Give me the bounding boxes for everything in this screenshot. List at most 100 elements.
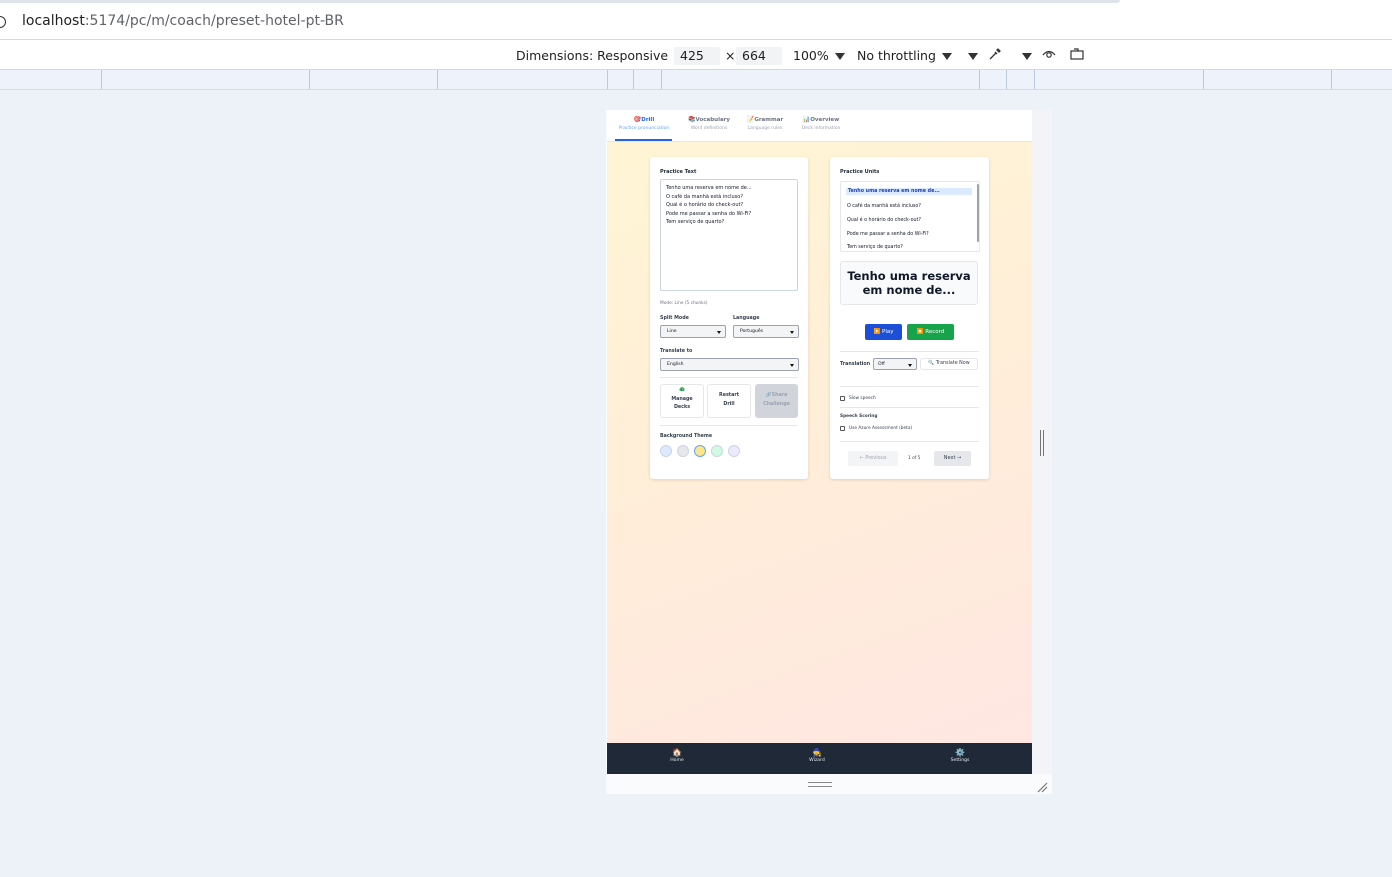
divider (840, 386, 979, 387)
nav-wizard-label: Wizard (809, 758, 825, 763)
width-input[interactable]: 425 (674, 47, 720, 65)
speech-scoring-label: Speech Scoring (840, 414, 878, 419)
wizard-icon: 🧙 (812, 748, 822, 757)
list-item[interactable]: O café da manhã está incluso? (847, 204, 921, 209)
language-label: Language (733, 316, 760, 321)
nav-home-label: Home (670, 758, 684, 763)
divider (660, 377, 798, 378)
resize-handle-bottom[interactable] (808, 782, 832, 787)
dimension-separator: × (725, 48, 736, 63)
theme-swatch-green[interactable] (711, 445, 723, 457)
resize-handle-corner-icon[interactable] (1036, 778, 1048, 793)
height-input[interactable]: 664 (736, 47, 782, 65)
chevron-down-icon (834, 53, 845, 60)
practice-text-title: Practice Text (660, 169, 697, 175)
theme-swatch-gray[interactable] (677, 445, 689, 457)
share-challenge-button[interactable]: 🔗Share Challenge (755, 384, 798, 418)
site-info-icon[interactable] (0, 16, 6, 28)
tab-drill-subtitle: Practice pronunciation (618, 126, 670, 131)
url-path: :5174/pc/m/coach/preset-hotel-pt-BR (84, 13, 344, 29)
mode-info: Mode: Line (5 chunks) (660, 301, 708, 306)
gear-icon: ⚙️ (955, 748, 965, 757)
tab-strip (0, 0, 1120, 3)
device-toolbar: Dimensions: Responsive 425 × 664 100% No… (0, 40, 1392, 70)
restart-drill-label-2: Drill (723, 401, 735, 407)
restart-drill-button[interactable]: Restart Drill (707, 384, 751, 418)
list-item[interactable]: Tem serviço de quarto? (847, 245, 903, 250)
address-field[interactable]: localhost:5174/pc/m/coach/preset-hotel-p… (22, 13, 344, 29)
browser-url-bar: localhost:5174/pc/m/coach/preset-hotel-p… (0, 0, 1392, 40)
eye-icon[interactable] (1040, 46, 1058, 64)
theme-swatch-amber[interactable] (694, 445, 706, 457)
tab-vocabulary-subtitle: Word definitions (690, 126, 728, 131)
active-tab-indicator (615, 139, 672, 141)
vision-dropdown[interactable] (1016, 48, 1032, 63)
slow-speech-label: Slow speech (849, 396, 876, 401)
share-challenge-label-2: Challenge (763, 401, 790, 407)
split-mode-label: Split Mode (660, 316, 689, 321)
bottom-navigation: 🏠 Home 🧙 Wizard ⚙️ Settings (607, 743, 1032, 774)
chevron-down-icon (941, 53, 952, 60)
nav-home[interactable]: 🏠 Home (665, 748, 689, 763)
throttling-label: No throttling (857, 48, 936, 63)
list-item[interactable]: Qual é o horário do check-out? (847, 218, 921, 223)
translation-label: Translation (840, 362, 871, 367)
manage-decks-button[interactable]: 🦚 Manage Decks (660, 384, 704, 418)
theme-swatch-violet[interactable] (728, 445, 740, 457)
tab-overview-label: Overview (810, 117, 840, 123)
page-indicator: 1 of 5 (908, 456, 921, 461)
tab-grammar-label: Grammar (754, 117, 784, 123)
translation-select[interactable]: Off (873, 358, 917, 370)
previous-button[interactable]: ← Previous (848, 451, 898, 466)
translate-now-button[interactable]: 🔍 Translate Now (920, 358, 978, 370)
throttling-dropdown[interactable]: No throttling (857, 48, 952, 63)
text-line: Tem serviço de quarto? (666, 219, 725, 226)
practice-units-title: Practice Units (840, 169, 880, 175)
nav-settings[interactable]: ⚙️ Settings (945, 748, 975, 763)
app-tab-bar: 🎯Drill Practice pronunciation 📚Vocabular… (607, 110, 1032, 142)
record-button[interactable]: ⏺️ Record (907, 324, 954, 340)
play-button[interactable]: ▶️ Play (865, 324, 902, 340)
zoom-dropdown[interactable]: 100% (793, 48, 845, 63)
resize-handle-right[interactable] (1040, 430, 1044, 456)
more-options-dropdown[interactable] (962, 48, 978, 63)
manage-decks-label-1: Manage (671, 396, 693, 402)
device-frame: 🎯Drill Practice pronunciation 📚Vocabular… (606, 110, 1052, 794)
azure-assessment-checkbox[interactable] (840, 426, 845, 431)
list-scrollbar[interactable] (977, 184, 979, 242)
tab-grammar[interactable]: 📝Grammar Language rules (745, 116, 785, 131)
tab-overview-subtitle: Deck information (801, 126, 841, 131)
tab-drill[interactable]: 🎯Drill Practice pronunciation (616, 116, 672, 131)
practice-text-input[interactable]: Tenho uma reserva em nome de... O café d… (660, 179, 798, 291)
divider (660, 425, 798, 426)
translate-to-label: Translate to (660, 349, 693, 354)
practice-units-list[interactable]: Tenho uma reserva em nome de... O café d… (840, 181, 980, 252)
translate-to-select[interactable]: English (660, 358, 799, 371)
language-select[interactable]: Português (733, 325, 799, 338)
split-mode-select[interactable]: Line (660, 325, 726, 338)
divider (840, 441, 979, 442)
list-item[interactable]: Tenho uma reserva em nome de... (846, 188, 972, 195)
dimensions-dropdown[interactable]: Dimensions: Responsive (516, 48, 685, 63)
slow-speech-checkbox[interactable] (840, 396, 845, 401)
tab-vocabulary[interactable]: 📚Vocabulary Word definitions (687, 116, 731, 131)
background-theme-label: Background Theme (660, 434, 713, 439)
peacock-icon: 🦚 (679, 388, 685, 393)
tab-vocabulary-label: Vocabulary (695, 117, 730, 123)
nav-wizard[interactable]: 🧙 Wizard (805, 748, 829, 763)
text-line: Pode me passar a senha do Wi-Fi? (666, 210, 752, 217)
tab-drill-label: Drill (641, 117, 655, 123)
text-line: Qual é o horário do check-out? (666, 202, 744, 209)
current-unit-line-2: em nome de... (862, 283, 956, 297)
nav-settings-label: Settings (950, 758, 970, 763)
practice-units-card: Practice Units Tenho uma reserva em nome… (830, 157, 989, 479)
home-icon: 🏠 (672, 748, 682, 757)
next-button[interactable]: Next → (934, 451, 971, 466)
list-item[interactable]: Pode me passar a senha do Wi-Fi? (847, 232, 929, 237)
practice-text-card: Practice Text Tenho uma reserva em nome … (650, 157, 808, 479)
tab-overview[interactable]: 📊Overview Deck information (799, 116, 843, 131)
divider (840, 351, 979, 352)
rotate-device-icon[interactable] (1068, 46, 1086, 64)
eyedropper-icon[interactable] (986, 46, 1004, 64)
theme-swatch-blue[interactable] (660, 445, 672, 457)
